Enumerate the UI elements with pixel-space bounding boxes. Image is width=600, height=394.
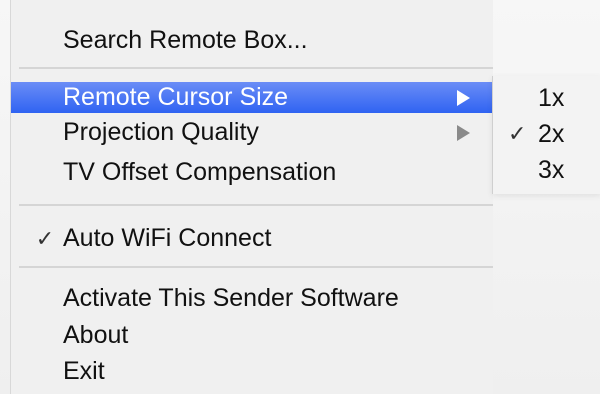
submenu-item-label: 1x	[538, 84, 565, 112]
menu-item-label: Exit	[63, 357, 105, 385]
menu-item-label: Search Remote Box...	[63, 26, 308, 54]
menu-separator	[19, 204, 493, 206]
checkmark-icon: ✓	[508, 121, 527, 146]
menu-item-label: Projection Quality	[63, 118, 259, 146]
submenu-item-3x[interactable]: 3x	[493, 152, 600, 188]
submenu-item-1x[interactable]: 1x	[493, 80, 600, 116]
submenu-arrow-icon	[457, 125, 470, 141]
menu-item-label: TV Offset Compensation	[63, 158, 337, 186]
menu-item-auto-wifi-connect[interactable]: ✓ Auto WiFi Connect	[11, 223, 493, 254]
checkmark-icon: ✓	[35, 225, 55, 251]
menu-separator	[19, 266, 493, 268]
menu-item-remote-cursor-size[interactable]: Remote Cursor Size	[11, 82, 493, 113]
menu-separator	[19, 67, 493, 69]
submenu-arrow-icon	[457, 90, 470, 106]
menu-item-about[interactable]: About	[11, 320, 493, 351]
menu-item-label: Remote Cursor Size	[63, 83, 289, 111]
screen: Search Remote Box... Remote Cursor Size …	[0, 0, 600, 394]
menu-item-label: Activate This Sender Software	[63, 284, 399, 312]
menu-item-exit[interactable]: Exit	[11, 356, 493, 387]
submenu-item-label: 2x	[538, 120, 565, 148]
menu-item-search-remote-box[interactable]: Search Remote Box...	[11, 25, 493, 56]
submenu-item-2x[interactable]: ✓ 2x	[493, 116, 600, 152]
menu-item-tv-offset-compensation[interactable]: TV Offset Compensation	[11, 157, 493, 188]
menu-item-activate-sender-software[interactable]: Activate This Sender Software	[11, 283, 493, 314]
menu-item-label: About	[63, 321, 129, 349]
menu-item-label: Auto WiFi Connect	[63, 224, 272, 252]
cursor-size-submenu: 1x ✓ 2x 3x	[492, 76, 600, 194]
submenu-item-label: 3x	[538, 156, 565, 184]
menu-item-projection-quality[interactable]: Projection Quality	[11, 117, 493, 148]
context-menu: Search Remote Box... Remote Cursor Size …	[10, 0, 493, 394]
